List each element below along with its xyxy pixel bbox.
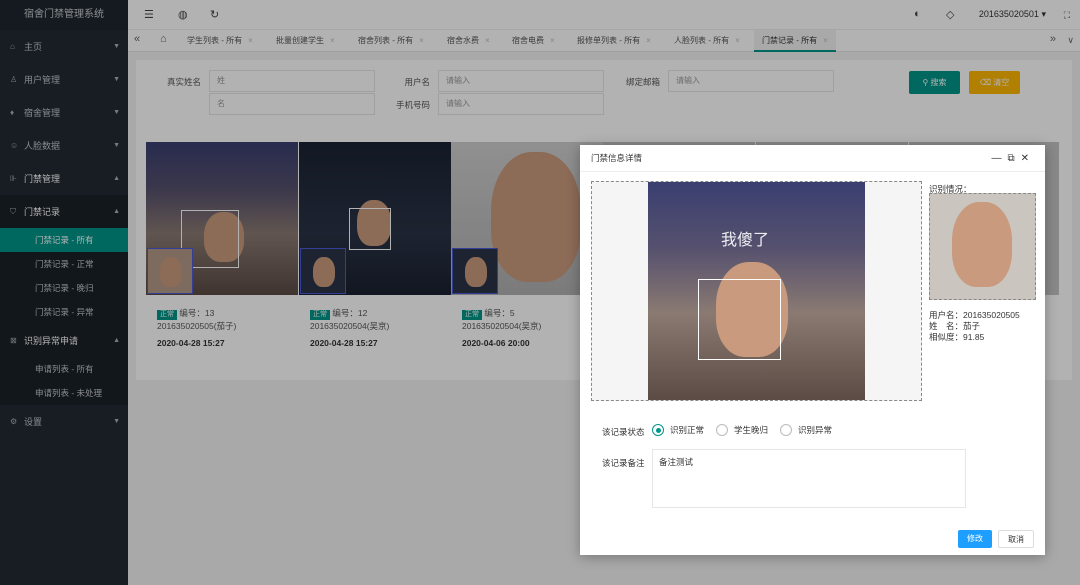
remark-label: 该记录备注 — [602, 458, 645, 468]
dialog-title: 门禁信息详情 — [591, 153, 643, 163]
capture-image: 我傻了 — [648, 182, 865, 400]
matched-face-image — [929, 193, 1036, 300]
dialog-tools: —⧉✕ — [991, 145, 1035, 172]
modify-button[interactable]: 修改 — [958, 530, 992, 548]
radio-late[interactable]: 学生晚归 — [716, 424, 768, 436]
access-detail-dialog: 门禁信息详情 —⧉✕ 我傻了 识别情况： 用户名：201635020505 姓 … — [580, 145, 1045, 555]
maximize-icon[interactable]: ⧉ — [1007, 153, 1020, 164]
remark-textarea[interactable]: 备注测试 — [652, 449, 966, 508]
radio-abnormal[interactable]: 识别异常 — [780, 424, 832, 436]
match-username: 用户名：201635020505 — [929, 310, 1020, 320]
minimize-icon[interactable]: — — [991, 153, 1007, 164]
radio-circle — [716, 424, 728, 436]
cancel-button[interactable]: 取消 — [998, 530, 1034, 548]
match-info: 用户名：201635020505 姓 名：茄子 相似度：91.85 — [929, 310, 1020, 343]
match-similarity: 相似度：91.85 — [929, 332, 985, 342]
radio-circle — [652, 424, 664, 436]
status-label: 该记录状态 — [602, 427, 645, 437]
close-icon[interactable]: ✕ — [1021, 153, 1035, 164]
image-caption: 我傻了 — [721, 232, 770, 249]
match-name: 姓 名：茄子 — [929, 321, 981, 331]
capture-image-frame: 我傻了 — [591, 181, 922, 401]
radio-circle — [780, 424, 792, 436]
face-shape — [952, 202, 1012, 287]
dialog-header: 门禁信息详情 —⧉✕ — [580, 145, 1045, 172]
face-detection-box — [698, 279, 781, 360]
radio-label: 识别异常 — [798, 425, 833, 435]
radio-label: 识别正常 — [670, 425, 705, 435]
radio-label: 学生晚归 — [734, 425, 769, 435]
radio-normal[interactable]: 识别正常 — [652, 424, 704, 436]
